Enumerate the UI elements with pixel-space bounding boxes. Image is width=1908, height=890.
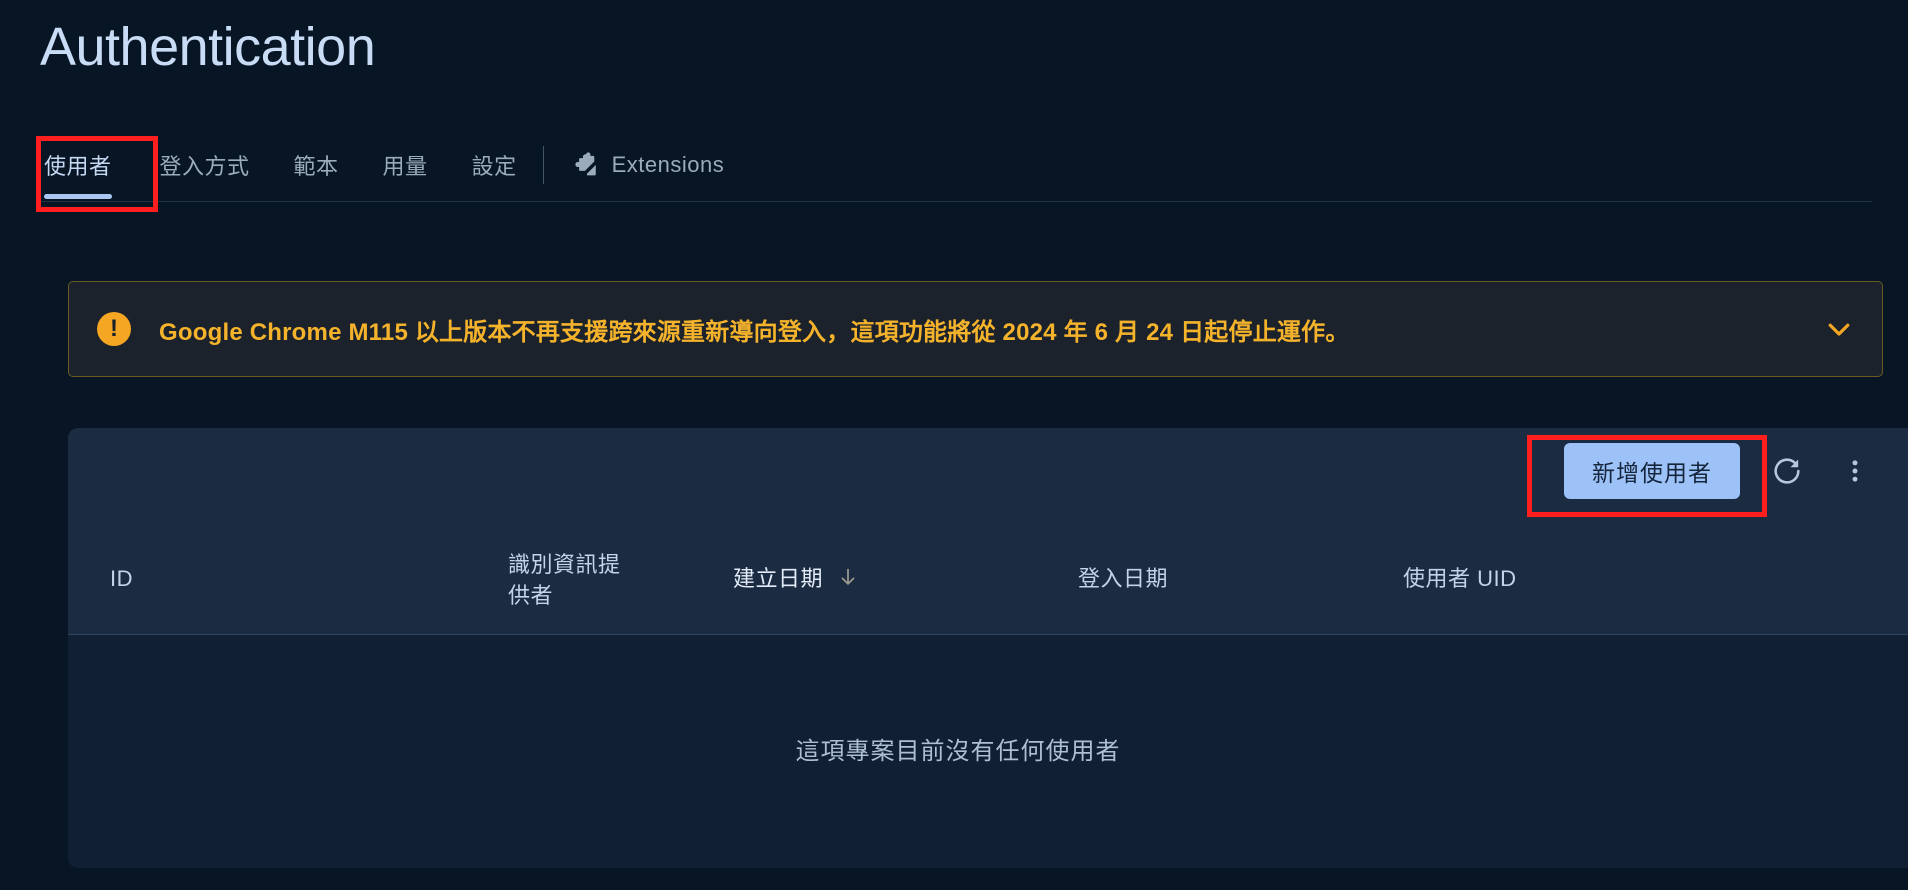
- tab-list: 使用者 登入方式 範本 用量 設定 Extensions: [40, 128, 746, 202]
- tab-usage[interactable]: 用量: [361, 128, 450, 202]
- tab-sign-in-method-label: 登入方式: [159, 154, 250, 179]
- tab-separator: [542, 146, 544, 184]
- users-table-header: ID 識別資訊提供者 建立日期 登入日期 使用者 UID: [68, 514, 1908, 635]
- tab-bar: 使用者 登入方式 範本 用量 設定 Extensions: [0, 128, 1908, 202]
- users-card: 新增使用者 ID 識別資訊提供者 建立日期 登入日期 使用者 UID 這項專案目…: [68, 428, 1908, 868]
- add-user-button[interactable]: 新增使用者: [1564, 443, 1740, 499]
- users-table-body: 這項專案目前沒有任何使用者: [68, 635, 1908, 868]
- empty-state-message: 這項專案目前沒有任何使用者: [795, 738, 1121, 765]
- tab-settings-label: 設定: [471, 154, 517, 179]
- exclamation-glyph: !: [110, 315, 118, 342]
- chevron-down-icon[interactable]: [1822, 312, 1856, 346]
- column-header-provider: 識別資訊提供者: [508, 552, 621, 608]
- arrow-down-icon: [837, 566, 859, 597]
- puzzle-piece-icon: [574, 152, 600, 178]
- tab-active-indicator: [44, 194, 112, 199]
- deprecation-warning-banner: ! Google Chrome M115 以上版本不再支援跨來源重新導向登入，這…: [68, 281, 1883, 377]
- users-table-toolbar: 新增使用者: [68, 428, 1908, 514]
- tab-settings[interactable]: 設定: [450, 128, 539, 202]
- tab-templates[interactable]: 範本: [272, 128, 361, 202]
- banner-message: Google Chrome M115 以上版本不再支援跨來源重新導向登入，這項功…: [159, 318, 1350, 346]
- column-header-created-label: 建立日期: [733, 566, 824, 591]
- refresh-icon[interactable]: [1766, 450, 1808, 492]
- tab-users-label: 使用者: [44, 154, 112, 179]
- tab-templates-label: 範本: [293, 154, 339, 179]
- tab-users[interactable]: 使用者: [40, 128, 138, 202]
- column-header-id: ID: [110, 566, 133, 591]
- exclamation-circle-icon: !: [97, 312, 131, 346]
- page-title: Authentication: [40, 17, 376, 77]
- tab-extensions[interactable]: Extensions: [548, 128, 747, 202]
- tab-sign-in-method[interactable]: 登入方式: [138, 128, 272, 202]
- tab-usage-label: 用量: [382, 154, 428, 179]
- column-header-signin: 登入日期: [1078, 566, 1169, 591]
- column-header-uid: 使用者 UID: [1403, 566, 1517, 591]
- column-header-created[interactable]: 建立日期: [733, 564, 859, 597]
- tab-extensions-label: Extensions: [611, 152, 725, 177]
- more-vert-icon[interactable]: [1834, 450, 1876, 492]
